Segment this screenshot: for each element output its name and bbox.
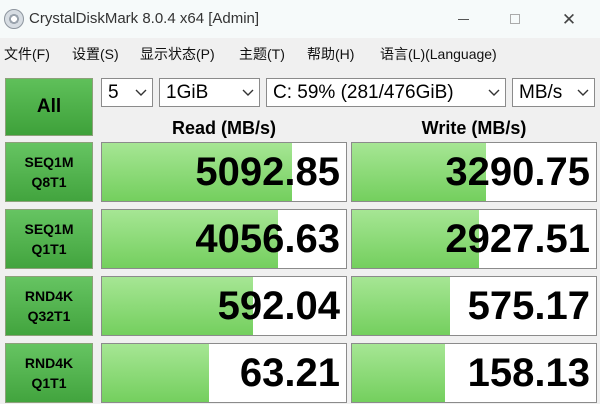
chevron-down-icon [577,89,589,96]
menu-bar: 文件(F) 设置(S) 显示状态(P) 主题(T) 帮助(H) 语言(L)(La… [0,38,600,68]
chevron-down-icon [135,89,147,96]
write-progress-fill [352,344,445,402]
title-bar: CrystalDiskMark 8.0.4 x64 [Admin] ✕ [0,0,600,39]
write-result-value: 158.13 [467,351,590,395]
read-result-cell: 592.04 [101,276,347,336]
menu-language[interactable]: 语言(L)(Language) [380,44,497,64]
write-result-value: 3290.75 [445,150,590,194]
test-params: Q1T1 [31,375,67,391]
write-progress-fill [352,277,450,335]
write-column-header: Write (MB/s) [421,118,527,138]
write-result-cell: 3290.75 [351,142,597,202]
menu-profile[interactable]: 显示状态(P) [140,44,215,64]
menu-theme[interactable]: 主题(T) [239,44,285,64]
menu-settings[interactable]: 设置(S) [72,44,119,64]
menu-help[interactable]: 帮助(H) [307,44,354,64]
write-result-cell: 575.17 [351,276,597,336]
read-result-cell: 4056.63 [101,209,347,269]
chevron-down-icon [242,89,254,96]
test-button-seq1m-q1t1[interactable]: SEQ1M Q1T1 [5,209,93,269]
minimize-button[interactable] [440,0,486,38]
write-result-value: 575.17 [467,284,590,328]
all-button[interactable]: All [5,78,93,136]
close-button[interactable]: ✕ [546,0,592,38]
test-size-select[interactable]: 1GiB [159,78,260,107]
test-params: Q32T1 [27,308,71,324]
write-result-cell: 158.13 [351,343,597,403]
write-result-cell: 2927.51 [351,209,597,269]
test-button-rnd4k-q32t1[interactable]: RND4K Q32T1 [5,276,93,336]
window-title: CrystalDiskMark 8.0.4 x64 [Admin] [29,10,260,27]
read-column-header: Read (MB/s) [171,118,276,138]
test-name: RND4K [24,355,74,371]
unit-value: MB/s [519,82,563,103]
close-icon: ✕ [561,9,577,29]
minimize-icon [457,18,469,20]
test-name: SEQ1M [24,154,74,170]
test-name: RND4K [24,288,74,304]
test-button-seq1m-q8t1[interactable]: SEQ1M Q8T1 [5,142,93,202]
read-result-cell: 5092.85 [101,142,347,202]
read-progress-fill [102,344,210,402]
read-result-value: 63.21 [239,351,340,395]
test-count-value: 5 [108,82,119,103]
read-result-value: 4056.63 [195,217,340,261]
drive-value: C: 59% (281/476GiB) [273,82,454,103]
chevron-down-icon [488,89,500,96]
unit-select[interactable]: MB/s [512,78,595,107]
test-params: Q1T1 [31,241,67,257]
disk-app-icon [4,9,24,29]
test-params: Q8T1 [31,174,67,190]
test-button-rnd4k-q1t1[interactable]: RND4K Q1T1 [5,343,93,403]
maximize-button[interactable] [492,0,538,38]
test-size-value: 1GiB [166,82,209,103]
test-count-select[interactable]: 5 [101,78,153,107]
write-result-value: 2927.51 [445,217,590,261]
maximize-icon [510,14,520,24]
read-result-cell: 63.21 [101,343,347,403]
read-result-value: 5092.85 [195,150,340,194]
menu-file[interactable]: 文件(F) [4,44,50,64]
test-name: SEQ1M [24,221,74,237]
drive-select[interactable]: C: 59% (281/476GiB) [266,78,506,107]
read-result-value: 592.04 [217,284,340,328]
